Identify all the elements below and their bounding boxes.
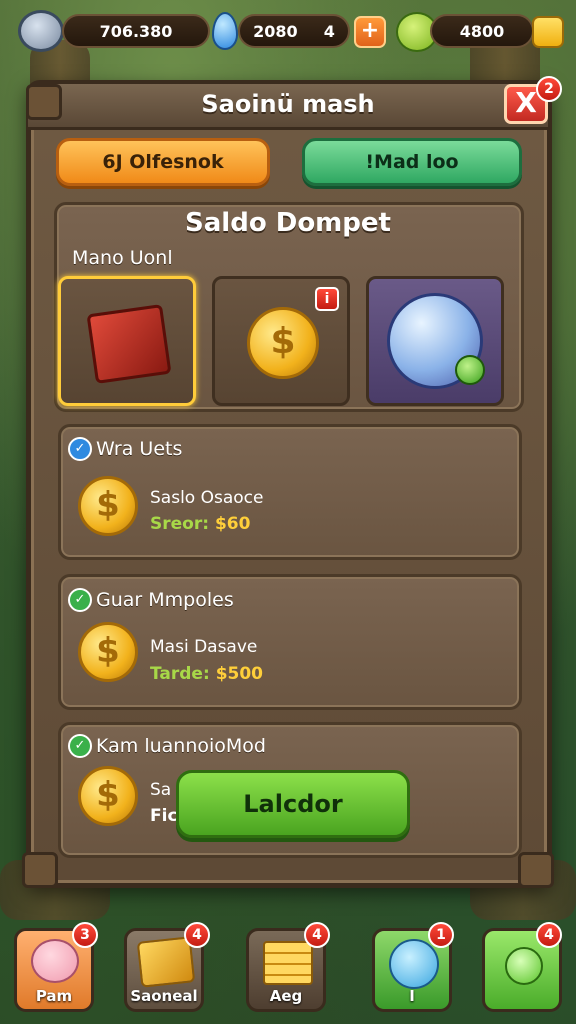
gold-coin-icon: $ xyxy=(247,307,319,379)
row-title: Wra Uets xyxy=(96,438,183,460)
item-card-crystal-orb[interactable] xyxy=(366,276,504,406)
leaf-value: 4800 xyxy=(459,21,505,41)
green-pet-icon xyxy=(455,355,485,385)
chest-icon xyxy=(136,936,196,988)
row-value: Fic xyxy=(150,806,178,826)
notification-badge: 3 xyxy=(72,922,98,948)
gold-box-icon[interactable] xyxy=(532,16,564,48)
item-card-red-box[interactable] xyxy=(58,276,196,406)
item-card-gold-coin[interactable]: $ i xyxy=(212,276,350,406)
gem-extra: 4 xyxy=(323,21,335,41)
corner-ornament xyxy=(518,852,554,888)
bottom-label: I xyxy=(409,987,415,1005)
row-value: Sreor: $60 xyxy=(150,514,250,534)
leaf-counter: 4800 xyxy=(430,14,534,48)
row-amount: $60 xyxy=(214,514,251,534)
item-badge: i xyxy=(315,287,339,311)
bottom-label: Pam xyxy=(35,987,73,1005)
row-key: Tarde: xyxy=(150,664,210,684)
row-value: Tarde: $500 xyxy=(150,664,263,684)
bottom-label: Aeg xyxy=(269,987,303,1005)
pig-icon xyxy=(31,939,79,983)
row-label: Masi Dasave xyxy=(150,637,258,657)
row-label: Saslo Osaoce xyxy=(150,488,264,508)
stone-counter: 706.380 xyxy=(62,14,210,48)
check-icon: ✓ xyxy=(68,588,92,612)
top-hud: 706.380 2080 4 + 4800 xyxy=(0,6,576,54)
check-icon: ✓ xyxy=(68,437,92,461)
section-title: Saldo Dompet xyxy=(185,208,391,238)
gold-bars-icon xyxy=(263,941,313,985)
check-icon: ✓ xyxy=(68,734,92,758)
red-box-icon xyxy=(86,304,172,384)
notification-badge: 4 xyxy=(184,922,210,948)
coin-icon: $ xyxy=(78,476,138,536)
row-key: Sreor: xyxy=(150,514,210,534)
row-title: Kam luannoioMod xyxy=(96,735,266,757)
tab-left[interactable]: 6J Olfesnok xyxy=(56,138,270,186)
blue-blob-icon xyxy=(389,939,439,989)
panel-title: Saoinü mash xyxy=(201,90,375,118)
stone-icon xyxy=(18,10,64,52)
coin-icon: $ xyxy=(78,622,138,682)
add-gem-button[interactable]: + xyxy=(354,16,386,48)
share-icon xyxy=(505,947,543,985)
gem-value: 2080 xyxy=(253,21,298,41)
row-key: Fic xyxy=(150,806,178,826)
stone-value: 706.380 xyxy=(99,21,173,41)
close-icon: X xyxy=(515,86,537,119)
corner-ornament xyxy=(22,852,58,888)
row-label: Sa xyxy=(150,780,172,800)
sub-title: Mano Uonl xyxy=(72,247,173,269)
action-button[interactable]: Lalcdor xyxy=(176,770,410,838)
gem-counter: 2080 4 xyxy=(238,14,350,48)
tab-right[interactable]: !Mad loo xyxy=(302,138,522,186)
notification-badge: 4 xyxy=(536,922,562,948)
notification-badge: 2 xyxy=(536,76,562,102)
bottom-label: Saoneal xyxy=(130,987,198,1005)
notification-badge: 1 xyxy=(428,922,454,948)
notification-badge: 4 xyxy=(304,922,330,948)
gem-icon xyxy=(212,12,238,50)
row-amount: $500 xyxy=(215,664,264,684)
coin-icon: $ xyxy=(78,766,138,826)
row-title: Guar Mmpoles xyxy=(96,589,234,611)
